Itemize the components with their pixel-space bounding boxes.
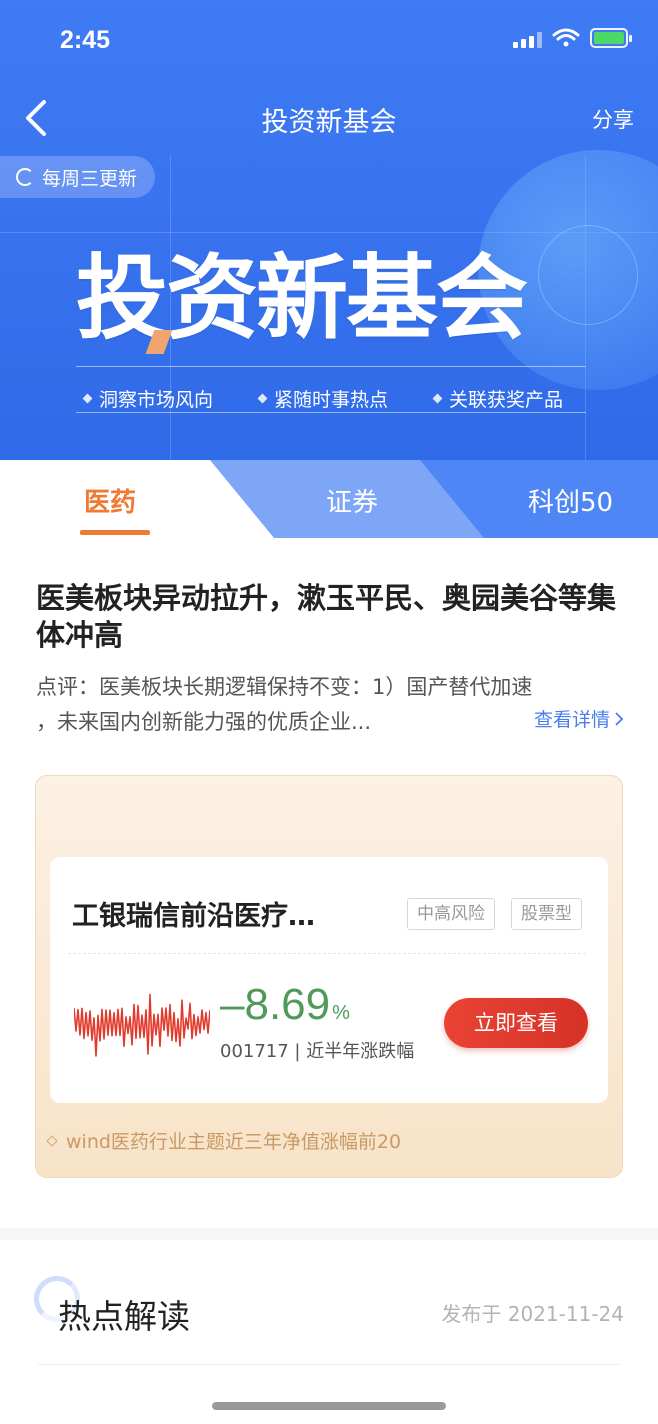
banner-divider	[76, 366, 586, 367]
tab-star50[interactable]: 科创50	[528, 482, 613, 519]
update-badge-label: 每周三更新	[42, 167, 138, 190]
fund-note: wind医药行业主题近三年净值涨幅前20	[46, 1127, 401, 1154]
banner-tags: 洞察市场风向 紧随时事热点 关联获奖产品	[82, 385, 563, 412]
home-indicator[interactable]	[212, 1402, 446, 1410]
decor-ring	[538, 225, 638, 325]
banner-title: 投资新基会	[76, 245, 528, 352]
diamond-icon	[432, 393, 443, 404]
chevron-right-icon	[615, 711, 624, 726]
performance-sparkline	[74, 993, 210, 1057]
view-now-button[interactable]: 立即查看	[444, 998, 588, 1048]
change-percent: –8.69%	[220, 980, 350, 1029]
active-tab-indicator	[80, 530, 150, 535]
page-title: 投资新基会	[261, 107, 397, 138]
publish-date: 发布于 2021-11-24	[441, 1302, 624, 1326]
article-title[interactable]: 医美板块异动拉升，漱玉平民、奥园美谷等集体冲高	[36, 580, 626, 654]
fund-type-badge: 股票型	[511, 898, 582, 930]
battery-icon	[590, 28, 632, 48]
share-button[interactable]: 分享	[592, 104, 634, 134]
fund-code-and-period: 001717 | 近半年涨跌幅	[220, 1041, 415, 1062]
divider	[68, 953, 586, 954]
risk-badge: 中高风险	[407, 898, 495, 930]
tab-securities[interactable]: 证券	[326, 482, 378, 519]
diamond-icon	[82, 393, 93, 404]
banner-tag: 关联获奖产品	[432, 385, 563, 412]
category-tabs: 医药 证券 科创50	[0, 460, 658, 538]
divider	[38, 1364, 620, 1365]
wifi-icon	[552, 28, 580, 47]
status-time: 2:45	[60, 26, 111, 54]
section-divider	[0, 1228, 658, 1240]
banner-tag: 洞察市场风向	[82, 385, 213, 412]
banner-tag: 紧随时事热点	[257, 385, 388, 412]
signal-icon	[513, 28, 542, 48]
refresh-icon	[16, 168, 34, 186]
screen: 2:45 投资新基会 分享 每周三更新 投资新基会 洞察市场风向 紧随时事热点 …	[0, 0, 658, 1424]
banner-divider	[76, 412, 586, 413]
diamond-icon	[46, 1134, 58, 1147]
status-icons	[513, 28, 632, 48]
update-badge: 每周三更新	[0, 156, 156, 198]
fund-name[interactable]: 工银瑞信前沿医疗…	[72, 894, 315, 933]
diamond-icon	[257, 393, 268, 404]
view-details-link[interactable]: 查看详情	[534, 705, 624, 732]
section-title: 热点解读	[58, 1297, 190, 1336]
header-banner: 2:45 投资新基会 分享 每周三更新 投资新基会 洞察市场风向 紧随时事热点 …	[0, 0, 658, 460]
tab-medicine[interactable]: 医药	[84, 482, 136, 519]
